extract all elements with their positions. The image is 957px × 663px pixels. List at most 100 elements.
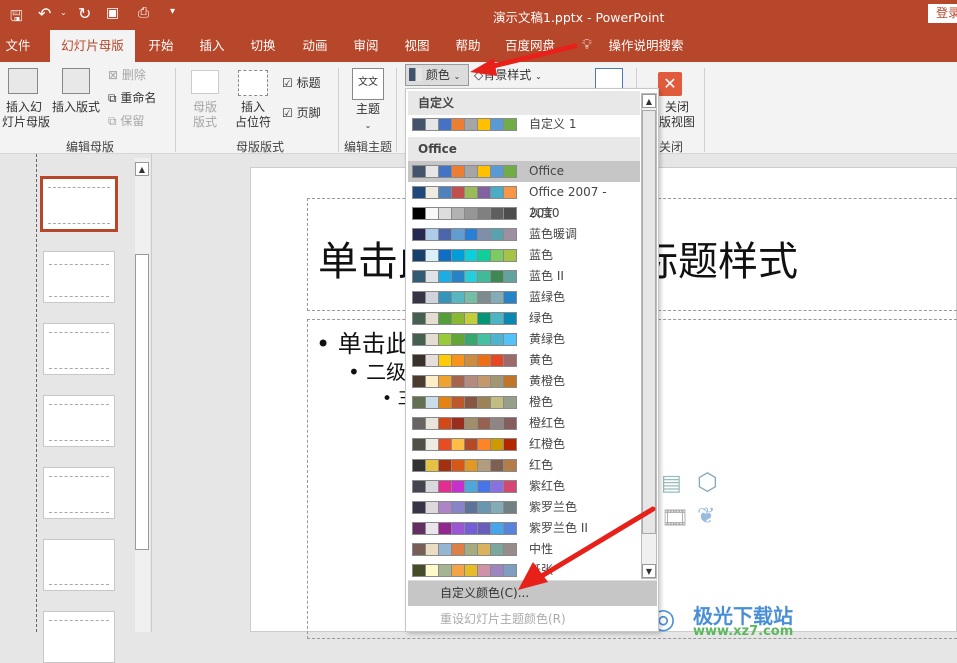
color-swatch [504, 481, 516, 492]
slideshow-icon[interactable]: ▣ [106, 5, 119, 21]
color-scheme-item[interactable]: 紫罗兰色 [408, 497, 640, 518]
scrollbar-thumb[interactable] [642, 110, 656, 534]
color-swatch [439, 271, 451, 282]
color-swatch-strip [412, 438, 517, 451]
color-scheme-item[interactable]: 紫红色 [408, 476, 640, 497]
color-scheme-item[interactable]: 橙色 [408, 392, 640, 413]
chevron-down-icon: ⌄ [364, 121, 372, 130]
close-master-view-button[interactable]: 关闭 版视图 [656, 100, 698, 130]
redo-icon[interactable]: ↻ [78, 4, 91, 23]
customize-colors-menu-item[interactable]: 自定义颜色(C)... [408, 581, 657, 606]
footer-checkbox[interactable]: ☑ 页脚 [282, 106, 321, 121]
thumbnail-master[interactable] [40, 176, 118, 232]
print-preview-icon[interactable]: ⎙ [138, 5, 149, 21]
tab-insert[interactable]: 插入 [193, 30, 231, 62]
colors-button[interactable]: 颜色 ⌄ [405, 64, 469, 86]
tab-help[interactable]: 帮助 [449, 30, 487, 62]
color-swatch [491, 460, 503, 471]
tab-view[interactable]: 视图 [398, 30, 436, 62]
theme-button[interactable]: 主题 ⌄ [348, 102, 388, 133]
color-scheme-item[interactable]: 蓝色 II [408, 266, 640, 287]
save-icon[interactable]: 🖫 [10, 6, 23, 31]
color-swatch [452, 208, 464, 219]
scrollbar-thumb[interactable] [135, 254, 149, 550]
color-scheme-item[interactable]: 自定义 1 [408, 114, 640, 135]
color-scheme-item[interactable]: 纸张 [408, 560, 640, 581]
color-scheme-item[interactable]: 绿色 [408, 308, 640, 329]
color-scheme-item[interactable]: 黄绿色 [408, 329, 640, 350]
scroll-down-icon[interactable]: ▼ [642, 564, 656, 578]
color-scheme-item[interactable]: 蓝绿色 [408, 287, 640, 308]
color-scheme-item[interactable]: 蓝色暖调 [408, 224, 640, 245]
insert-3d-model-icon[interactable]: ⬡ [697, 468, 718, 496]
ribbon-tabs: 文件 幻灯片母版 开始 插入 切换 动画 审阅 视图 帮助 百度网盘 💡︎ 操作… [0, 30, 957, 62]
color-scheme-item[interactable]: 黄橙色 [408, 371, 640, 392]
insert-layout-button[interactable]: 插入版式 [50, 100, 102, 115]
color-scheme-item[interactable]: Office 2007 - 2010 [408, 182, 640, 220]
undo-dropdown-icon[interactable]: ⌄ [60, 8, 67, 17]
color-swatch [491, 271, 503, 282]
tab-home[interactable]: 开始 [142, 30, 180, 62]
thumbnail-layout[interactable] [43, 611, 115, 663]
color-scheme-item[interactable]: Office [408, 161, 640, 182]
tell-me-search[interactable]: 操作说明搜索 [606, 30, 686, 62]
color-swatch [478, 271, 490, 282]
tab-review[interactable]: 审阅 [347, 30, 385, 62]
color-scheme-item[interactable]: 中性 [408, 539, 640, 560]
thumbnail-layout[interactable] [43, 323, 115, 375]
thumbnail-layout[interactable] [43, 395, 115, 447]
customize-toolbar-icon[interactable]: ▾ [170, 6, 175, 17]
rename-button[interactable]: ⧉ 重命名 [108, 91, 156, 106]
color-scheme-item[interactable]: 黄色 [408, 350, 640, 371]
tab-transitions[interactable]: 切换 [244, 30, 282, 62]
color-scheme-item[interactable]: 红橙色 [408, 434, 640, 455]
title-checkbox[interactable]: ☑ 标题 [282, 76, 321, 91]
color-swatch [439, 313, 451, 324]
tab-baidu-netdisk[interactable]: 百度网盘 [500, 30, 560, 62]
color-swatch [413, 397, 425, 408]
color-swatch [491, 334, 503, 345]
thumbnail-layout[interactable] [43, 539, 115, 591]
insert-slide-master-button[interactable]: 插入幻 灯片母版 [2, 100, 50, 130]
color-swatch [491, 397, 503, 408]
color-scheme-item[interactable]: 红色 [408, 455, 640, 476]
insert-icons-icon[interactable]: ❦ [697, 504, 715, 529]
thumbnail-layout[interactable] [43, 467, 115, 519]
color-swatch [413, 418, 425, 429]
color-scheme-item[interactable]: 紫罗兰色 II [408, 518, 640, 539]
tab-file[interactable]: 文件 [0, 30, 36, 62]
tab-animations[interactable]: 动画 [296, 30, 334, 62]
menu-scrollbar[interactable]: ▲ ▼ [641, 93, 657, 579]
undo-icon[interactable]: ↶ [38, 4, 51, 23]
color-swatch [452, 523, 464, 534]
color-swatch [413, 166, 425, 177]
watermark-logo: ◎ 极光下载站 www.xz7.com [651, 598, 951, 639]
delete-button[interactable]: ⊠ 删除 [108, 68, 146, 83]
color-swatch-strip [412, 186, 517, 199]
insert-video-icon[interactable]: 🎞︎ [661, 506, 689, 531]
title-bar: 🖫 ↶ ⌄ ↻ ▣ ⎙ ▾ 演示文稿1.pptx - PowerPoint 登录 [0, 0, 957, 30]
reset-theme-colors-menu-item[interactable]: 重设幻灯片主题颜色(R) [408, 607, 657, 632]
login-button[interactable]: 登录 [928, 4, 957, 23]
scroll-up-icon[interactable]: ▲ [642, 94, 656, 108]
insert-smartart-icon[interactable]: ▤ [661, 471, 682, 496]
color-scheme-item[interactable]: 橙红色 [408, 413, 640, 434]
close-icon[interactable]: ✕ [658, 72, 682, 96]
preserve-button[interactable]: ⧉ 保留 [108, 114, 144, 129]
thumbnail-layout[interactable] [43, 251, 115, 303]
color-swatch [491, 250, 503, 261]
color-swatch [478, 292, 490, 303]
insert-placeholder-button[interactable]: 插入 占位符 [226, 100, 280, 130]
color-scheme-item[interactable]: 蓝色 [408, 245, 640, 266]
color-swatch [465, 334, 477, 345]
color-swatch [465, 292, 477, 303]
master-layout-button[interactable]: 母版 版式 [185, 100, 225, 130]
color-swatch [426, 376, 438, 387]
color-scheme-item[interactable]: 灰度 [408, 203, 640, 224]
scroll-up-icon[interactable]: ▲ [135, 162, 149, 176]
tab-slide-master[interactable]: 幻灯片母版 [50, 30, 135, 62]
thumbnail-scrollbar[interactable]: ▲ [135, 158, 150, 632]
color-swatch [465, 250, 477, 261]
background-styles-button[interactable]: ◇背景样式 ⌄ [474, 68, 542, 84]
color-swatch [413, 208, 425, 219]
